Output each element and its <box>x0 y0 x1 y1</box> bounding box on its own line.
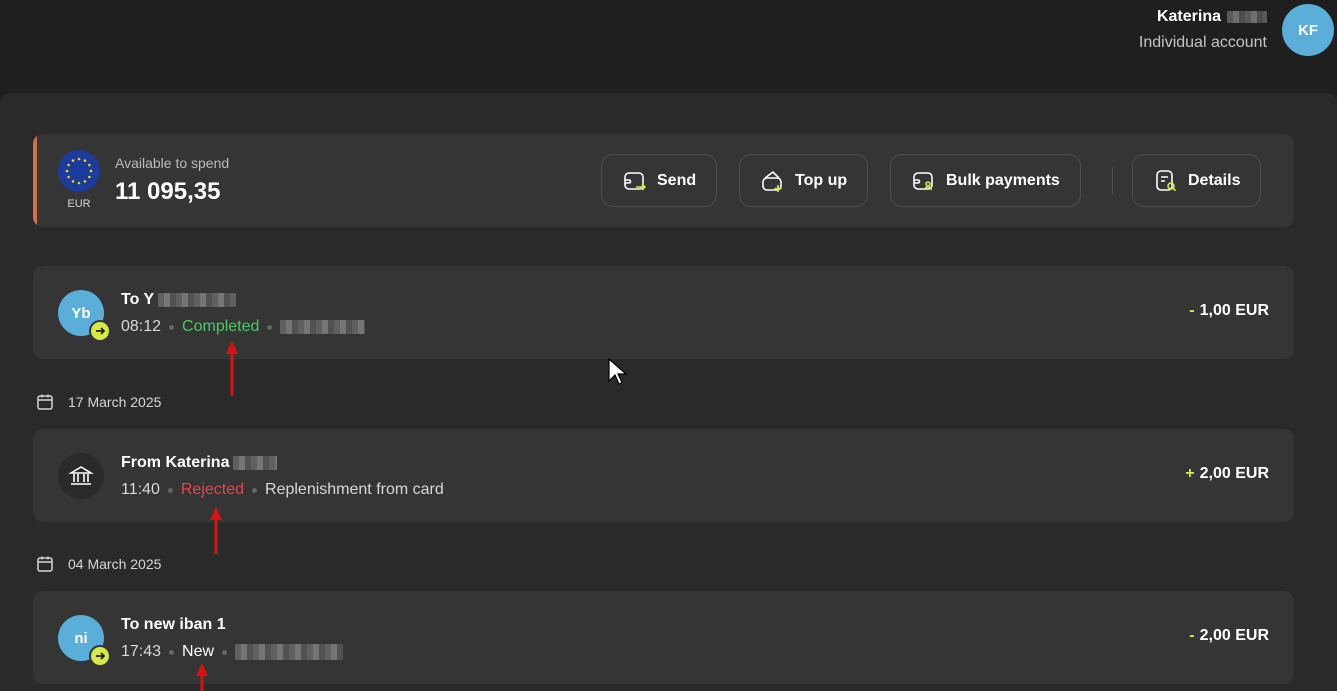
annotation-arrow-icon <box>226 341 238 396</box>
redacted-description <box>235 644 344 660</box>
status-badge: Completed <box>182 318 260 335</box>
annotation-arrow-icon <box>196 663 208 691</box>
date-label: 17 March 2025 <box>68 394 162 410</box>
outgoing-arrow-icon <box>89 320 111 342</box>
account-type: Individual account <box>1138 34 1267 51</box>
bulk-payments-button[interactable]: Bulk payments <box>890 154 1081 207</box>
top-bar: Katerina Individual account KF <box>0 0 1337 93</box>
user-avatar[interactable]: KF <box>1282 4 1334 56</box>
user-name: Katerina <box>1156 8 1221 25</box>
amount-sign: - <box>1189 627 1195 644</box>
status-badge: Rejected <box>180 481 245 498</box>
calendar-icon <box>37 394 53 410</box>
balance-card: EUR Available to spend 11 095,35 Send To… <box>33 134 1294 227</box>
date-header: 17 March 2025 <box>36 393 161 411</box>
bank-avatar <box>58 453 104 499</box>
calendar-icon <box>37 556 53 572</box>
amount-sign: - <box>1189 302 1195 319</box>
separator-dot <box>167 487 173 493</box>
separator-dot <box>222 649 228 655</box>
available-label: Available to spend <box>115 155 230 171</box>
details-button[interactable]: Details <box>1132 154 1262 207</box>
transaction-title: To new iban 1 <box>121 616 226 633</box>
mouse-cursor-icon <box>608 358 628 385</box>
currency-code: EUR <box>67 198 91 210</box>
separator-dot <box>252 487 258 493</box>
outgoing-arrow-icon <box>89 645 111 667</box>
redacted-name <box>158 293 237 307</box>
bulk-payments-label: Bulk payments <box>946 171 1060 189</box>
send-button[interactable]: Send <box>601 154 718 207</box>
transaction-time: 08:12 <box>121 318 162 335</box>
redacted-surname <box>233 456 278 470</box>
transaction-description: Replenishment from card <box>265 481 444 498</box>
transaction-row[interactable]: ni To new iban 1 17:43 New - 2,00 EUR <box>33 591 1294 684</box>
top-up-button[interactable]: Top up <box>739 154 869 207</box>
transaction-title: To Y <box>121 291 155 308</box>
send-label: Send <box>657 171 697 189</box>
date-label: 04 March 2025 <box>68 556 162 572</box>
balance-amount: 11 095,35 <box>115 178 221 205</box>
date-header: 04 March 2025 <box>36 555 161 573</box>
details-icon <box>1156 169 1177 191</box>
bank-icon <box>68 466 94 485</box>
status-badge: New <box>182 643 215 660</box>
transaction-title: From Katerina <box>121 454 230 471</box>
send-icon <box>624 171 647 191</box>
transaction-amount: 2,00 EUR <box>1199 627 1269 644</box>
separator-dot <box>267 324 273 330</box>
user-info[interactable]: Katerina Individual account <box>1139 7 1267 52</box>
transaction-time: 17:43 <box>121 643 162 660</box>
redacted-description <box>280 320 366 334</box>
separator-dot <box>169 649 175 655</box>
top-up-label: Top up <box>795 171 848 189</box>
top-up-icon <box>762 170 782 192</box>
annotation-arrow-icon <box>210 507 222 554</box>
amount-sign: + <box>1185 465 1195 482</box>
bulk-payments-icon <box>913 171 933 190</box>
action-divider <box>1112 167 1113 194</box>
redacted-surname <box>1227 11 1267 23</box>
transaction-amount: 2,00 EUR <box>1199 465 1269 482</box>
transaction-row[interactable]: Yb To Y 08:12 Completed - 1,00 EUR <box>33 266 1294 359</box>
details-label: Details <box>1188 171 1241 189</box>
transaction-time: 11:40 <box>121 481 160 498</box>
separator-dot <box>169 324 175 330</box>
eu-flag-icon <box>58 150 100 192</box>
transaction-amount: 1,00 EUR <box>1199 302 1269 319</box>
